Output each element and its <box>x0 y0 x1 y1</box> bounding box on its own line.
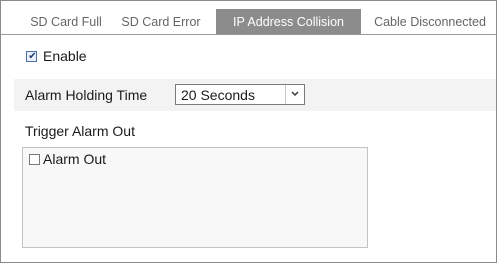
enable-label: Enable <box>43 48 87 64</box>
chevron-down-icon <box>291 91 299 96</box>
trigger-alarm-out-label: Trigger Alarm Out <box>25 123 135 139</box>
tab-sd-card-error[interactable]: SD Card Error <box>115 9 207 35</box>
enable-checkbox[interactable]: ✔ <box>26 51 37 62</box>
tab-bar: SD Card Full SD Card Error IP Address Co… <box>1 1 496 35</box>
alarm-out-label: Alarm Out <box>43 151 107 167</box>
tab-sd-card-full[interactable]: SD Card Full <box>25 9 107 35</box>
tab-cable-disconnected[interactable]: Cable Disconnected <box>366 9 494 35</box>
alarm-out-checkbox[interactable] <box>29 154 40 165</box>
tab-divider <box>1 34 496 35</box>
checkmark-icon: ✔ <box>28 51 37 62</box>
dropdown-button[interactable] <box>285 85 304 104</box>
settings-panel: SD Card Full SD Card Error IP Address Co… <box>0 0 497 263</box>
alarm-holding-time-label: Alarm Holding Time <box>25 87 148 103</box>
alarm-holding-time-value: 20 Seconds <box>181 87 255 103</box>
tab-ip-address-collision[interactable]: IP Address Collision <box>216 9 361 35</box>
alarm-holding-time-select[interactable]: 20 Seconds <box>175 84 305 105</box>
